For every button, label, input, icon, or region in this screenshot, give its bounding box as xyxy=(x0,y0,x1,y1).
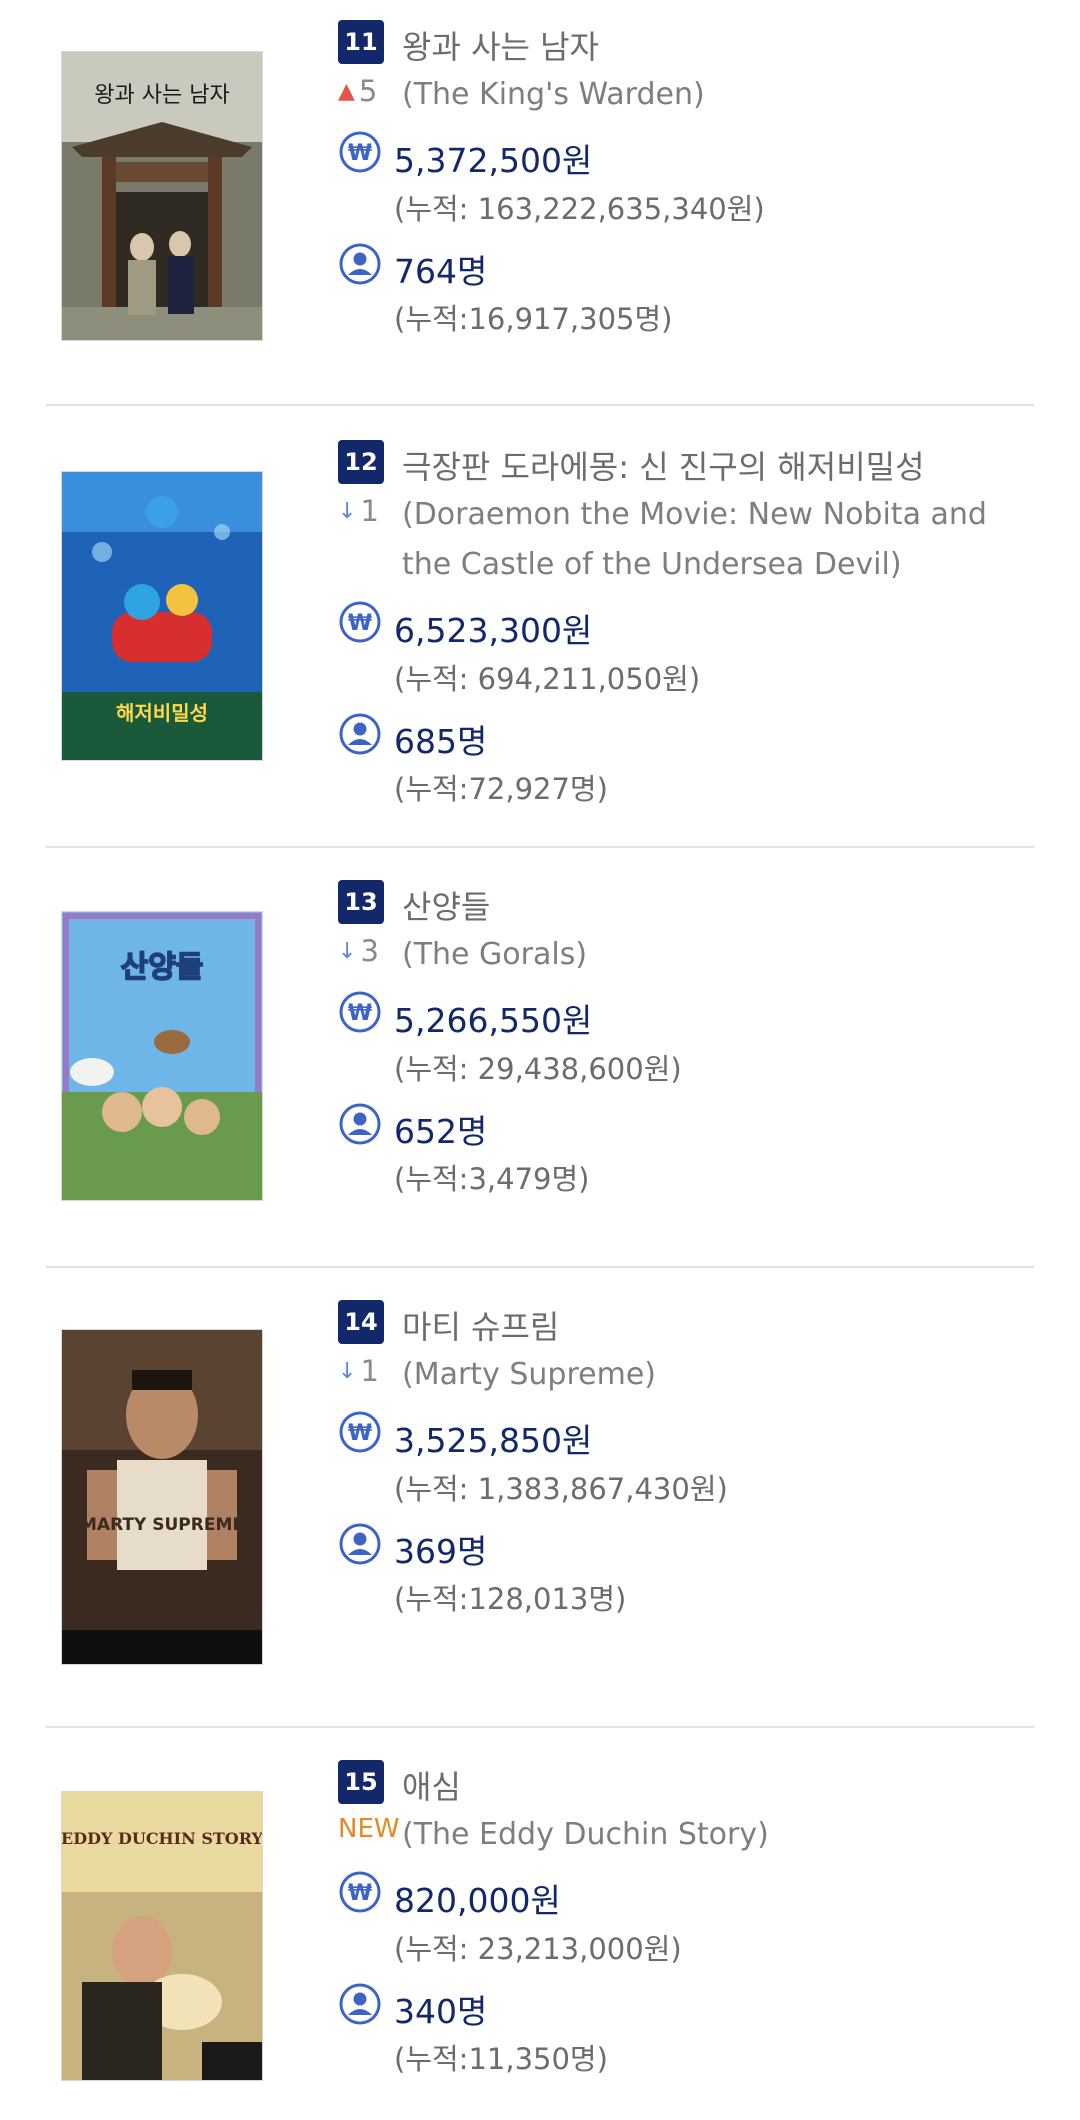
person-icon xyxy=(338,1522,382,1566)
movie-title-ko[interactable]: 마티 슈프림 xyxy=(402,1302,559,1348)
rank-number: 11 xyxy=(344,28,378,56)
daily-revenue: 820,000원 xyxy=(394,1881,561,1920)
rank-number: 12 xyxy=(344,448,378,476)
cumulative-audience: (누적:16,917,305명) xyxy=(394,302,673,336)
movie-title-en: (Doraemon the Movie: New Nobita and the … xyxy=(402,497,987,582)
rank-change-value: 1 xyxy=(360,494,379,528)
arrow-up-icon: ▲ xyxy=(338,78,355,104)
movie-title-en: (The Eddy Duchin Story) xyxy=(402,1817,769,1852)
won-icon: ₩ xyxy=(338,130,382,174)
daily-audience: 652명 xyxy=(394,1112,488,1151)
daily-revenue: 6,523,300원 xyxy=(394,611,593,650)
cumulative-revenue: (누적: 29,438,600원) xyxy=(394,1052,682,1086)
cumulative-revenue: (누적: 163,222,635,340원) xyxy=(394,192,765,226)
divider xyxy=(46,846,1034,848)
rank-badge: 13 xyxy=(338,880,384,924)
svg-text:₩: ₩ xyxy=(348,1421,372,1446)
list-item[interactable]: MARTY SUPREME 14 마티 슈프림 ↓ 1 (Marty Supre… xyxy=(0,1280,1080,1730)
divider xyxy=(46,1726,1034,1728)
list-item[interactable]: 왕과 사는 남자 11 왕과 사는 남자 ▲ 5 (The King's War… xyxy=(0,0,1080,408)
rank-badge: 14 xyxy=(338,1300,384,1344)
new-badge: NEW xyxy=(338,1814,400,1844)
rank-badge: 15 xyxy=(338,1760,384,1804)
daily-audience: 340명 xyxy=(394,1992,488,2031)
rank-change: ↓ 3 xyxy=(338,934,379,968)
list-item[interactable]: EDDY DUCHIN STORY 15 애심 NEW (The Eddy Du… xyxy=(0,1740,1080,2120)
movie-poster[interactable]: 산양들 xyxy=(62,912,262,1200)
movie-title-ko[interactable]: 산양들 xyxy=(402,882,490,928)
rank-badge: 11 xyxy=(338,20,384,64)
rank-change-value: 3 xyxy=(360,934,379,968)
daily-audience: 685명 xyxy=(394,722,488,761)
movie-title-en: (The King's Warden) xyxy=(402,77,705,112)
person-icon xyxy=(338,1102,382,1146)
cumulative-audience: (누적:72,927명) xyxy=(394,772,608,806)
cumulative-revenue: (누적: 1,383,867,430원) xyxy=(394,1472,728,1506)
cumulative-revenue: (누적: 694,211,050원) xyxy=(394,662,701,696)
movie-title-ko[interactable]: 애심 xyxy=(402,1762,461,1808)
svg-text:₩: ₩ xyxy=(348,141,372,166)
won-icon: ₩ xyxy=(338,990,382,1034)
list-item[interactable]: 산양들 13 산양들 ↓ 3 (The Gorals) ₩ 5,266,550원… xyxy=(0,860,1080,1268)
divider xyxy=(46,1266,1034,1268)
rank-badge: 12 xyxy=(338,440,384,484)
divider xyxy=(46,404,1034,406)
rank-change: ↓ 1 xyxy=(338,1354,379,1388)
poster-title: EDDY DUCHIN STORY xyxy=(62,1829,262,1848)
movie-title-ko[interactable]: 왕과 사는 남자 xyxy=(402,22,599,68)
rank-change: ↓ 1 xyxy=(338,494,379,528)
won-icon: ₩ xyxy=(338,1410,382,1454)
rank-change-value: 5 xyxy=(358,74,378,108)
won-icon: ₩ xyxy=(338,1870,382,1914)
rank-number: 13 xyxy=(344,888,378,916)
rank-change: NEW xyxy=(338,1814,400,1844)
cumulative-audience: (누적:11,350명) xyxy=(394,2042,608,2076)
movie-poster[interactable]: MARTY SUPREME xyxy=(62,1330,262,1664)
daily-revenue: 3,525,850원 xyxy=(394,1421,593,1460)
rank-change-value: 1 xyxy=(360,1354,379,1388)
person-icon xyxy=(338,1982,382,2026)
poster-title: 해저비밀성 xyxy=(116,701,208,725)
movie-title-ko[interactable]: 극장판 도라에몽: 신 진구의 해저비밀성 xyxy=(402,442,925,488)
daily-revenue: 5,266,550원 xyxy=(394,1001,593,1040)
movie-poster[interactable]: EDDY DUCHIN STORY xyxy=(62,1792,262,2080)
poster-title: 산양들 xyxy=(121,950,204,985)
movie-poster[interactable]: 해저비밀성 xyxy=(62,472,262,760)
daily-audience: 369명 xyxy=(394,1532,488,1571)
svg-text:₩: ₩ xyxy=(348,1881,372,1906)
arrow-down-icon: ↓ xyxy=(338,498,357,524)
won-icon: ₩ xyxy=(338,600,382,644)
movie-poster[interactable]: 왕과 사는 남자 xyxy=(62,52,262,340)
poster-title: 왕과 사는 남자 xyxy=(94,83,229,108)
rank-number: 14 xyxy=(344,1308,378,1336)
cumulative-audience: (누적:3,479명) xyxy=(394,1162,590,1196)
list-item[interactable]: 해저비밀성 12 극장판 도라에몽: 신 진구의 해저비밀성 ↓ 1 (Dora… xyxy=(0,420,1080,848)
daily-audience: 764명 xyxy=(394,252,488,291)
svg-text:₩: ₩ xyxy=(348,1001,372,1026)
arrow-down-icon: ↓ xyxy=(338,1358,357,1384)
movie-title-en: (The Gorals) xyxy=(402,937,588,972)
daily-revenue: 5,372,500원 xyxy=(394,141,593,180)
person-icon xyxy=(338,712,382,756)
person-icon xyxy=(338,242,382,286)
rank-number: 15 xyxy=(344,1768,378,1796)
rank-change: ▲ 5 xyxy=(338,74,377,108)
cumulative-audience: (누적:128,013명) xyxy=(394,1582,627,1616)
svg-text:₩: ₩ xyxy=(348,611,372,636)
cumulative-revenue: (누적: 23,213,000원) xyxy=(394,1932,682,1966)
arrow-down-icon: ↓ xyxy=(338,938,357,964)
movie-title-en: (Marty Supreme) xyxy=(402,1357,656,1392)
poster-title: MARTY SUPREME xyxy=(80,1515,244,1535)
